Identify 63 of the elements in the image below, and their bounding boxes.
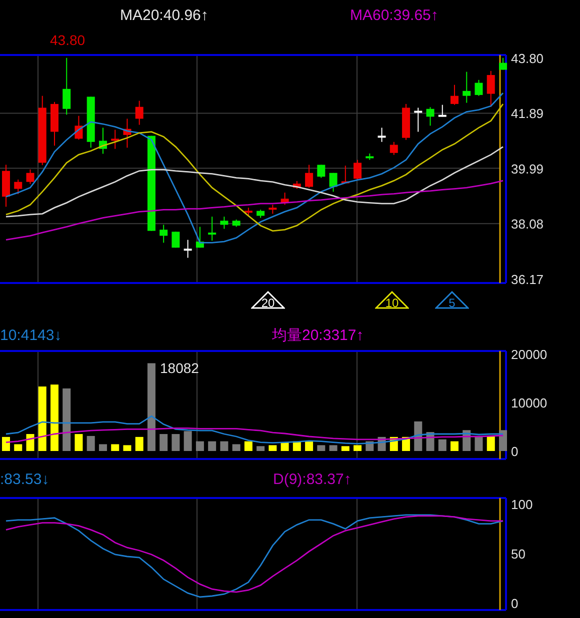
axis-label: 36.17 <box>511 272 544 286</box>
indicator-label: 均量20:3317↑ <box>272 326 365 344</box>
candlestick <box>474 79 483 96</box>
indicator-label: 10:4143↓ <box>0 326 63 344</box>
triangle-marker: 10 <box>375 291 409 309</box>
axis-label: 50 <box>511 546 526 562</box>
axis-label: 10000 <box>511 396 548 410</box>
candlestick <box>160 224 168 244</box>
value-label: 18082 <box>160 360 199 376</box>
candlestick <box>450 84 458 106</box>
candlestick <box>378 127 386 142</box>
indicator-label: :83.53↓ <box>0 471 50 488</box>
candlestick <box>50 101 58 146</box>
candlestick <box>2 164 10 208</box>
price-label: 43.80 <box>50 31 86 50</box>
axis-label: 41.89 <box>511 106 544 122</box>
triangle-marker: 20 <box>251 291 285 309</box>
candlestick <box>426 106 434 126</box>
candlestick <box>86 96 95 148</box>
candlestick <box>184 239 192 258</box>
candlestick <box>462 71 471 104</box>
candlestick <box>244 207 252 216</box>
candlestick <box>292 180 301 190</box>
candlestick <box>268 204 277 214</box>
candlestick <box>486 70 495 108</box>
candlestick <box>196 226 204 248</box>
indicator-label: MA20:40.96↑ <box>120 6 210 24</box>
triangle-marker: 5 <box>435 291 469 309</box>
candlestick <box>98 127 107 154</box>
candlestick <box>111 129 120 150</box>
candlestick <box>74 115 83 140</box>
candlestick <box>62 57 71 116</box>
axis-label: 100 <box>511 497 533 512</box>
candlestick <box>232 219 240 228</box>
candlestick <box>172 231 180 248</box>
axis-label: 20000 <box>511 350 548 362</box>
candlestick <box>280 192 289 206</box>
candlestick <box>38 95 46 166</box>
candlestick <box>305 164 314 188</box>
candlestick <box>390 141 398 156</box>
indicator-label: D(9):83.37↑ <box>273 471 352 488</box>
candlestick <box>26 168 34 184</box>
axis-label: 38.08 <box>511 216 544 232</box>
candlestick <box>366 153 374 160</box>
indicator-label: MA60:39.65↑ <box>350 6 440 24</box>
axis-label: 39.99 <box>511 161 544 176</box>
candlestick <box>402 103 410 140</box>
candlestick <box>414 107 422 132</box>
candlestick <box>317 164 326 178</box>
candlestick <box>135 100 144 126</box>
candlestick <box>123 118 132 148</box>
candlestick <box>220 216 228 230</box>
candlestick <box>499 57 507 70</box>
axis-label: 0 <box>511 596 518 611</box>
candlestick <box>256 209 265 218</box>
candlestick <box>438 104 446 118</box>
candlestick <box>14 179 22 195</box>
axis-label: 43.80 <box>511 50 544 66</box>
candlestick <box>341 165 350 184</box>
candlestick <box>208 216 216 242</box>
axis-label: 0 <box>511 444 518 459</box>
candlestick <box>354 159 362 180</box>
candlestick <box>329 172 338 192</box>
